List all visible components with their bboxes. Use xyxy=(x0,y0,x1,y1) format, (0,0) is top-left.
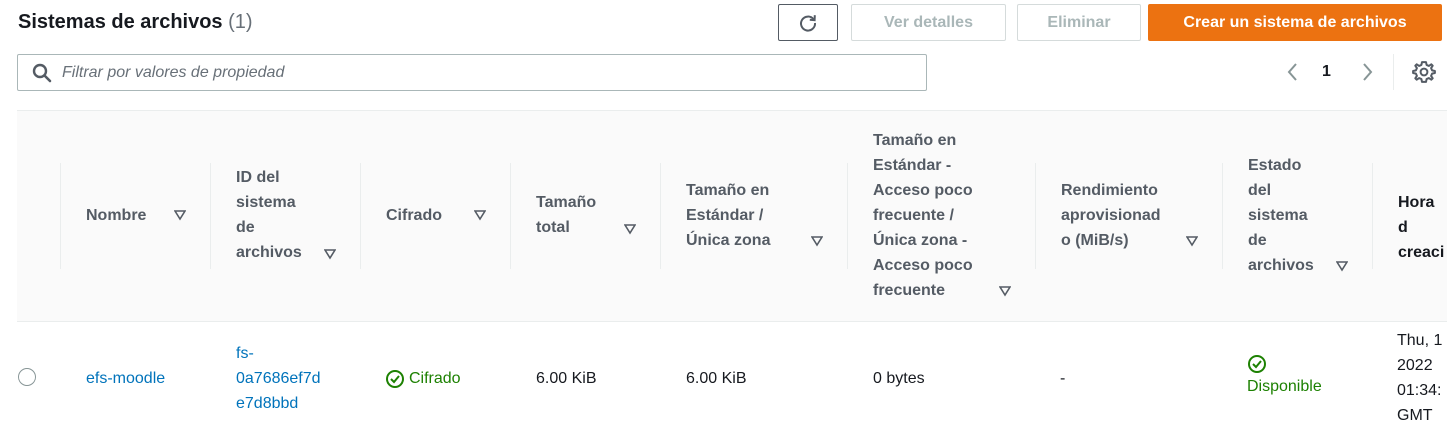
throughput-value: - xyxy=(1060,370,1066,387)
refresh-button[interactable] xyxy=(778,4,838,41)
file-system-id-link[interactable]: fs- 0a7686ef7d e7d8bbd xyxy=(236,341,321,416)
column-header-label: Cifrado xyxy=(386,207,442,224)
creation-time-value: Thu, 1 2022 01:34: GMT xyxy=(1397,332,1443,424)
pager-divider xyxy=(1393,54,1394,90)
column-header-id[interactable]: ID del sistema de archivos xyxy=(210,111,360,321)
sort-icon[interactable] xyxy=(174,209,186,221)
column-divider xyxy=(847,163,848,269)
file-system-count: (1) xyxy=(228,11,253,33)
column-header-ia-size[interactable]: Tamaño en Estándar - Acceso poco frecuen… xyxy=(847,111,1035,321)
column-header-total-size[interactable]: Tamaño total xyxy=(510,111,660,321)
page-title: Sistemas de archivos (1) xyxy=(18,8,253,36)
table-header: Nombre ID del sistema de archivos Cifrad… xyxy=(17,111,1447,321)
filter-input[interactable] xyxy=(60,62,900,83)
column-divider xyxy=(360,163,361,269)
column-divider xyxy=(1372,163,1373,269)
delete-button[interactable]: Eliminar xyxy=(1017,4,1141,41)
check-circle-icon xyxy=(1248,355,1266,373)
column-header-label: Hora d creaci xyxy=(1398,194,1445,261)
sort-icon[interactable] xyxy=(474,209,486,221)
column-header-encryption[interactable]: Cifrado xyxy=(360,111,510,321)
filter-box[interactable] xyxy=(17,54,927,91)
search-icon xyxy=(32,63,52,82)
column-header-label: ID del sistema de archivos xyxy=(236,169,302,261)
sort-icon[interactable] xyxy=(324,248,336,260)
column-header-created[interactable]: Hora d creaci xyxy=(1372,111,1447,321)
file-system-name-link[interactable]: efs-moodle xyxy=(86,366,165,391)
column-divider xyxy=(1222,163,1223,269)
sort-icon[interactable] xyxy=(1186,235,1198,247)
row-divider xyxy=(17,321,1447,322)
gear-icon[interactable] xyxy=(1412,60,1436,84)
column-divider xyxy=(660,163,661,269)
sort-icon[interactable] xyxy=(999,285,1011,297)
column-header-label: Tamaño en Estándar / Única zona xyxy=(686,182,771,249)
page-title-text: Sistemas de archivos xyxy=(18,11,223,33)
ia-size-value: 0 bytes xyxy=(873,370,925,387)
refresh-icon xyxy=(800,14,817,31)
column-header-name[interactable]: Nombre xyxy=(60,111,210,321)
column-header-label: Tamaño en Estándar - Acceso poco frecuen… xyxy=(873,132,973,299)
create-file-system-button[interactable]: Crear un sistema de archivos xyxy=(1148,4,1442,41)
encryption-label: Cifrado xyxy=(409,370,461,387)
column-divider xyxy=(60,163,61,269)
column-header-standard-size[interactable]: Tamaño en Estándar / Única zona xyxy=(660,111,847,321)
sort-icon[interactable] xyxy=(624,223,636,235)
file-systems-panel: Sistemas de archivos (1) Ver detalles El… xyxy=(0,0,1447,427)
sort-icon[interactable] xyxy=(811,235,823,247)
row-select-radio[interactable] xyxy=(18,368,36,386)
previous-page-icon[interactable] xyxy=(1284,60,1302,84)
column-divider xyxy=(510,163,511,269)
view-details-button[interactable]: Ver detalles xyxy=(851,4,1006,41)
encryption-status: Cifrado xyxy=(385,366,461,391)
column-divider xyxy=(210,163,211,269)
column-header-label: Nombre xyxy=(86,207,147,224)
column-header-label: Tamaño total xyxy=(536,194,597,236)
standard-size-value: 6.00 KiB xyxy=(686,370,747,387)
column-header-label: Rendimiento aprovisionad o (MiB/s) xyxy=(1061,182,1161,249)
total-size-value: 6.00 KiB xyxy=(536,370,597,387)
column-header-throughput[interactable]: Rendimiento aprovisionad o (MiB/s) xyxy=(1035,111,1222,321)
current-page-number[interactable]: 1 xyxy=(1322,60,1331,84)
state-label: Disponible xyxy=(1247,378,1322,395)
check-circle-icon xyxy=(386,369,404,388)
column-divider xyxy=(1035,163,1036,269)
state-status: Disponible xyxy=(1247,354,1322,399)
sort-icon[interactable] xyxy=(1336,260,1348,272)
column-header-state[interactable]: Estado del sistema de archivos xyxy=(1222,111,1372,321)
next-page-icon[interactable] xyxy=(1358,60,1376,84)
column-header-label: Estado del sistema de archivos xyxy=(1248,157,1314,274)
